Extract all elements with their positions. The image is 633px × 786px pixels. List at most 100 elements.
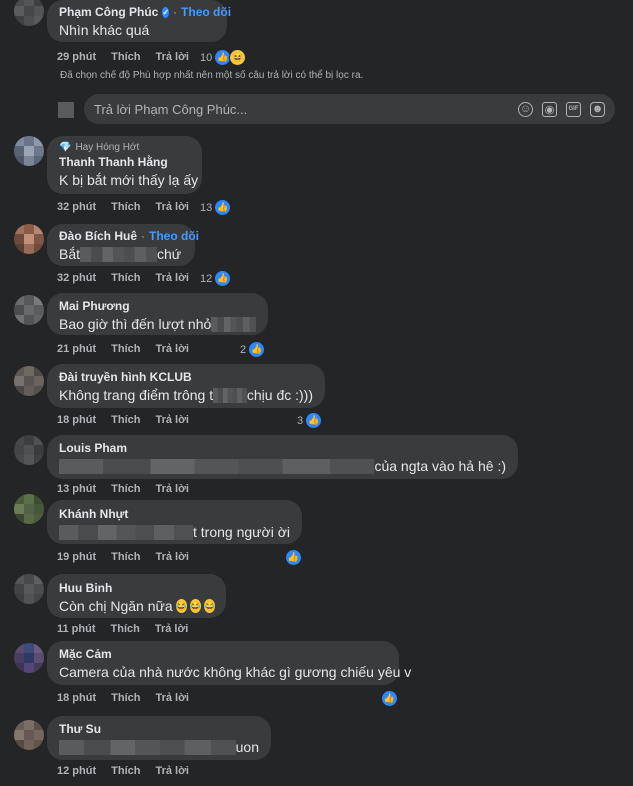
timestamp[interactable]: 29 phút [57, 51, 96, 63]
comment-actions: 18 phút Thích Trả lời [57, 692, 204, 704]
comment-bubble: Huu Binh Còn chị Ngăn nữa 😂 😂 😂 [47, 574, 226, 618]
like-button[interactable]: Thích [111, 414, 140, 426]
avatar[interactable] [14, 366, 44, 396]
author-name[interactable]: Huu Binh [59, 581, 112, 595]
blurred-text [59, 524, 193, 540]
timestamp[interactable]: 12 phút [57, 765, 96, 777]
timestamp[interactable]: 32 phút [57, 201, 96, 213]
reaction-count[interactable]: 3 👍 [297, 412, 323, 429]
comment-bubble: Mặc Cảm Camera của nhà nước không khác g… [47, 641, 412, 685]
reply-input[interactable]: Trả lời Phạm Công Phúc... ☺ ◉ GIF ☻ [84, 94, 615, 124]
comment-text: Không trang điểm trông t chịu đc :))) [59, 387, 313, 403]
smile-icon[interactable]: ☺ [518, 101, 533, 117]
author-name[interactable]: Mai Phương [59, 299, 130, 313]
reply-button[interactable]: Trả lời [155, 623, 189, 635]
like-icon: 👍 [285, 549, 302, 566]
comment-bubble: Mai Phương Bao giờ thì đến lượt nhỏ [47, 293, 268, 335]
blurred-text [211, 316, 256, 332]
reaction-count[interactable]: 👍 [285, 549, 302, 566]
like-icon: 👍 [305, 412, 323, 429]
avatar[interactable] [14, 435, 44, 465]
timestamp[interactable]: 11 phút [57, 623, 96, 635]
author-name[interactable]: Khánh Nhựt [59, 507, 128, 521]
comment-text: Bao giờ thì đến lượt nhỏ [59, 316, 256, 332]
comment-actions: 12 phút Thích Trả lời [57, 765, 204, 777]
comment-actions: 21 phút Thích Trả lời [57, 343, 204, 355]
like-button[interactable]: Thích [111, 343, 140, 355]
comment-actions: 13 phút Thích Trả lời [57, 483, 204, 495]
comment-text: uon [59, 739, 259, 755]
author-name[interactable]: Đài truyền hình KCLUB [59, 370, 192, 384]
like-button[interactable]: Thích [111, 551, 140, 563]
comment-actions: 18 phút Thích Trả lời [57, 414, 204, 426]
comment-text: Bắt chứ [59, 246, 182, 262]
comment-actions: 11 phút Thích Trả lời [57, 623, 203, 635]
comment-actions: 32 phút Thích Trả lời [57, 272, 204, 284]
avatar[interactable] [14, 720, 44, 750]
haha-icon: 😆 [229, 49, 247, 66]
comment-actions: 32 phút Thích Trả lời [57, 201, 204, 213]
like-button[interactable]: Thích [111, 201, 140, 213]
comment-text: Camera của nhà nước không khác gì gương … [59, 664, 412, 680]
reply-button[interactable]: Trả lời [155, 51, 189, 63]
comment-bubble: Khánh Nhựt t trong người ời [47, 500, 302, 544]
like-button[interactable]: Thích [111, 692, 140, 704]
reply-button[interactable]: Trả lời [155, 483, 189, 495]
reaction-count[interactable]: 👍 [381, 690, 398, 707]
blurred-text [59, 458, 375, 474]
reply-button[interactable]: Trả lời [155, 272, 189, 284]
author-name[interactable]: Thanh Thanh Hằng [59, 155, 168, 169]
haha-emoji-icon: 😂 [189, 599, 202, 613]
avatar[interactable] [14, 643, 44, 673]
reaction-count[interactable]: 10 👍 😆 [200, 49, 247, 66]
avatar[interactable] [14, 494, 44, 524]
timestamp[interactable]: 18 phút [57, 692, 96, 704]
camera-icon[interactable]: ◉ [542, 101, 557, 117]
author-name[interactable]: Đào Bích Huê [59, 229, 137, 243]
timestamp[interactable]: 21 phút [57, 343, 96, 355]
author-name[interactable]: Thư Su [59, 722, 101, 736]
comment-bubble: Louis Pham của ngta vào hả hê :) [47, 435, 518, 479]
reply-button[interactable]: Trả lời [155, 201, 189, 213]
reply-button[interactable]: Trả lời [155, 414, 189, 426]
sticker-icon[interactable]: ☻ [590, 101, 605, 117]
like-button[interactable]: Thích [111, 765, 140, 777]
timestamp[interactable]: 13 phút [57, 483, 96, 495]
timestamp[interactable]: 18 phút [57, 414, 96, 426]
avatar[interactable] [14, 0, 44, 26]
blurred-text [213, 387, 247, 403]
avatar[interactable] [14, 224, 44, 254]
reaction-count[interactable]: 13 👍 [200, 199, 232, 216]
comment-text: t trong người ời [59, 524, 290, 540]
author-name[interactable]: Louis Pham [59, 441, 127, 455]
reply-button[interactable]: Trả lời [155, 551, 189, 563]
author-name[interactable]: Phạm Công Phúc [59, 5, 158, 19]
verified-badge-icon: ✓ [162, 6, 170, 18]
avatar[interactable] [14, 574, 44, 604]
author-name[interactable]: Mặc Cảm [59, 647, 112, 661]
avatar[interactable] [14, 136, 44, 166]
reply-button[interactable]: Trả lời [155, 692, 189, 704]
blurred-text [59, 739, 236, 755]
like-icon: 👍 [214, 199, 232, 216]
avatar[interactable] [14, 295, 44, 325]
follow-link[interactable]: Theo dõi [181, 5, 231, 19]
comment-bubble: 💎 Hay Hóng Hớt Thanh Thanh Hằng K bị bắt… [47, 136, 202, 194]
comment-actions: 29 phút Thích Trả lời [57, 51, 204, 63]
timestamp[interactable]: 19 phút [57, 551, 96, 563]
like-button[interactable]: Thích [111, 623, 140, 635]
top-fan-badge: 💎 Hay Hóng Hớt [59, 142, 140, 153]
comment-bubble: Đài truyền hình KCLUB Không trang điểm t… [47, 364, 325, 408]
reply-button[interactable]: Trả lời [155, 343, 189, 355]
reply-button[interactable]: Trả lời [155, 765, 189, 777]
reaction-count[interactable]: 12 👍 [200, 270, 232, 287]
gif-icon[interactable]: GIF [566, 101, 581, 117]
comment-text: Còn chị Ngăn nữa 😂 😂 😂 [59, 598, 216, 614]
comment-bubble: Phạm Công Phúc ✓ · Theo dõi Nhìn khác qu… [47, 0, 231, 42]
like-button[interactable]: Thích [111, 483, 140, 495]
like-button[interactable]: Thích [111, 51, 140, 63]
like-button[interactable]: Thích [111, 272, 140, 284]
timestamp[interactable]: 32 phút [57, 272, 96, 284]
reaction-count[interactable]: 2 👍 [240, 341, 266, 358]
follow-link[interactable]: Theo dõi [149, 229, 199, 243]
